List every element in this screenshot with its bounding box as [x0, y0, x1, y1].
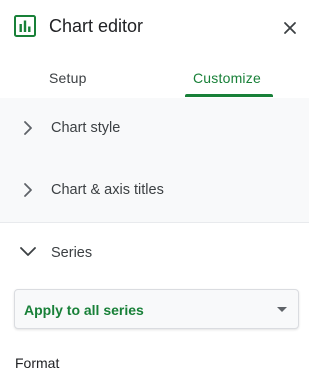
tab-customize[interactable]: Customize	[193, 68, 261, 88]
section-chart-style[interactable]: Chart style	[0, 98, 309, 158]
active-tab-indicator	[185, 94, 273, 97]
close-icon[interactable]	[280, 18, 300, 38]
chart-editor-icon	[14, 15, 36, 37]
section-label: Chart & axis titles	[51, 182, 164, 198]
section-series[interactable]: Series	[0, 223, 309, 283]
chevron-right-icon	[24, 121, 32, 135]
chart-editor-header: Chart editor	[0, 0, 309, 56]
series-selector-dropdown[interactable]: Apply to all series	[14, 289, 299, 329]
panel-title: Chart editor	[49, 16, 144, 36]
chevron-right-icon	[24, 183, 32, 197]
section-label: Chart style	[51, 120, 121, 136]
section-label: Series	[51, 245, 93, 261]
section-chart-axis-titles[interactable]: Chart & axis titles	[0, 160, 309, 220]
series-selector-value: Apply to all series	[24, 302, 144, 318]
tab-setup[interactable]: Setup	[49, 68, 87, 88]
dropdown-arrow-icon	[277, 307, 287, 312]
editor-tabs: Setup Customize	[0, 56, 309, 98]
chevron-down-icon	[20, 247, 36, 256]
format-heading: Format	[15, 355, 60, 371]
collapsed-sections: Chart style Chart & axis titles	[0, 98, 309, 222]
